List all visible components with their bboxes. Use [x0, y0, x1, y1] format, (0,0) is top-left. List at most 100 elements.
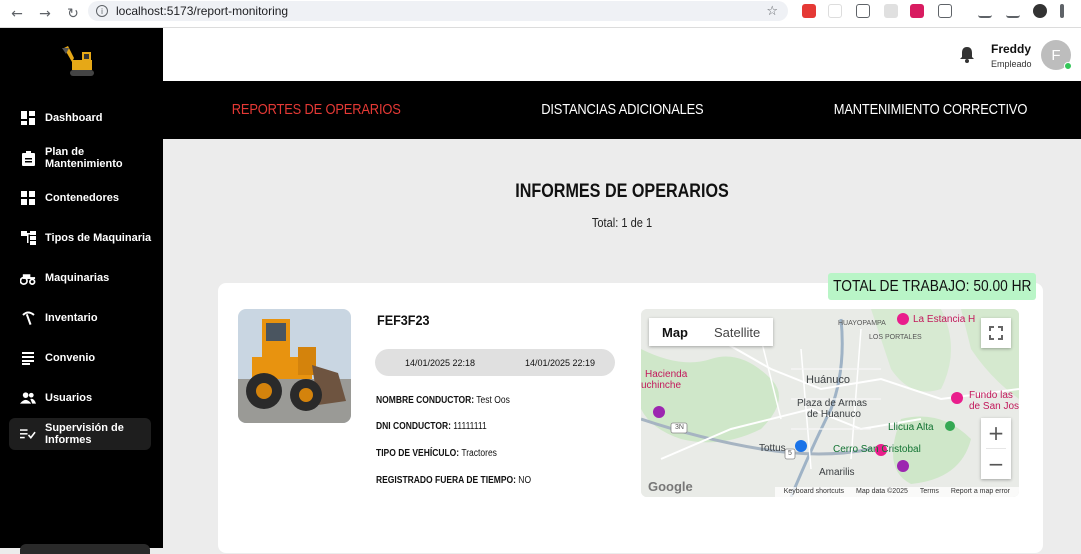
extension-icon[interactable] [856, 4, 870, 18]
reload-icon[interactable]: ↻ [62, 3, 84, 25]
driver-row: NOMBRE CONDUCTOR: Test Oos [376, 395, 510, 406]
tab-label: MANTENIMIENTO CORRECTIVO [833, 101, 1027, 118]
bell-icon[interactable] [959, 45, 975, 63]
report-tabs: REPORTES DE OPERARIOS DISTANCIAS ADICION… [163, 81, 1081, 139]
terms-link[interactable]: Terms [920, 488, 939, 495]
site-info-icon[interactable]: i [96, 5, 108, 17]
map-attribution: Keyboard shortcuts Map data ©2025 Terms … [774, 487, 1019, 497]
download-icon[interactable] [1006, 4, 1020, 18]
total-work-text: TOTAL DE TRABAJO: 50.00 HR [832, 277, 1032, 295]
date-range: 14/01/2025 22:18 14/01/2025 22:19 [375, 349, 615, 376]
grid-icon [20, 190, 36, 206]
driver-label: NOMBRE CONDUCTOR: [376, 395, 475, 406]
map-road-label: 3N [675, 424, 684, 431]
sidebar-item-label: Convenio [45, 352, 96, 364]
google-logo: Google [648, 479, 693, 494]
offtime-label: REGISTRADO FUERA DE TIEMPO: [376, 475, 516, 486]
sidebar-item-dashboard[interactable]: Dashboard [0, 98, 163, 138]
sidebar-profile-card[interactable] [20, 544, 150, 554]
vehicle-type-value: Tractores [461, 448, 497, 459]
excavator-logo [62, 46, 94, 76]
vehicle-type-label: TIPO DE VEHÍCULO: [376, 448, 460, 459]
zoom-out-button[interactable]: − [981, 449, 1011, 479]
url-text: localhost:5173/report-monitoring [116, 4, 289, 18]
map-label: Fundo las [969, 390, 1013, 401]
map-label: Tottus [759, 443, 786, 454]
tab-reportes-operarios[interactable]: REPORTES DE OPERARIOS [203, 101, 430, 119]
map-type-toggle: Map Satellite [649, 318, 774, 346]
total-work-badge: TOTAL DE TRABAJO: 50.00 HR [828, 273, 1036, 300]
sidebar-item-supervision-informes[interactable]: Supervisión de Informes [9, 418, 151, 450]
sidebar-item-tipos-maquinaria[interactable]: Tipos de Maquinaria [0, 218, 163, 258]
pickaxe-icon [20, 310, 36, 326]
location-map[interactable]: HUAYOPAMPA La Estancia H LOS PORTALES Ha… [641, 309, 1019, 497]
offtime-row: REGISTRADO FUERA DE TIEMPO: NO [376, 475, 531, 486]
address-bar[interactable]: i localhost:5173/report-monitoring ☆ [88, 1, 788, 21]
avatar[interactable]: F [1041, 40, 1072, 70]
tab-label: DISTANCIAS ADICIONALES [541, 101, 704, 118]
end-date: 14/01/2025 22:19 [525, 358, 596, 368]
map-label: de San Jos [969, 401, 1019, 412]
sidebar-item-inventario[interactable]: Inventario [0, 298, 163, 338]
user-role: Empleado [991, 59, 1032, 69]
map-data-text: Map data ©2025 [856, 488, 908, 495]
tab-mantenimiento-correctivo[interactable]: MANTENIMIENTO CORRECTIVO [803, 101, 1057, 119]
driver-value: Test Oos [476, 395, 510, 406]
forward-icon[interactable]: → [34, 3, 56, 25]
map-label: de Huanuco [807, 409, 861, 420]
hierarchy-icon [20, 230, 36, 246]
sidebar-item-label: Contenedores [45, 192, 119, 204]
sidebar-item-contenedores[interactable]: Contenedores [0, 178, 163, 218]
map-label: Plaza de Armas [797, 398, 868, 409]
extension-icon[interactable] [828, 4, 842, 18]
sidebar-item-label: Inventario [45, 312, 98, 324]
back-icon[interactable]: ← [6, 3, 28, 25]
map-view-button[interactable]: Map [649, 318, 701, 346]
extensions-puzzle-icon[interactable] [938, 4, 952, 18]
report-map-error-link[interactable]: Report a map error [951, 488, 1010, 495]
tab-distancias-adicionales[interactable]: DISTANCIAS ADICIONALES [509, 101, 736, 119]
vehicle-type-row: TIPO DE VEHÍCULO: Tractores [376, 448, 497, 459]
document-icon [20, 350, 36, 366]
extension-icon[interactable] [802, 4, 816, 18]
sidebar-item-label: Dashboard [45, 112, 103, 124]
reading-list-icon[interactable] [978, 4, 992, 18]
map-label: HUAYOPAMPA [838, 320, 886, 327]
sidebar-item-plan-mantenimiento[interactable]: Plan de Mantenimiento [0, 138, 163, 178]
map-label: Amarilis [819, 467, 855, 478]
more-menu-icon[interactable] [1060, 4, 1064, 18]
profile-icon[interactable] [1033, 4, 1047, 18]
avatar-letter: F [1051, 46, 1061, 64]
top-header: Freddy Empleado F [163, 28, 1081, 81]
vehicle-plate: FEF3F23 [377, 312, 430, 328]
fullscreen-button[interactable] [981, 318, 1011, 348]
dni-row: DNI CONDUCTOR: 11111111 [376, 421, 487, 432]
users-icon [20, 390, 36, 406]
sidebar-item-label: Plan de Mantenimiento [45, 146, 123, 170]
sidebar-item-convenio[interactable]: Convenio [0, 338, 163, 378]
keyboard-shortcuts-link[interactable]: Keyboard shortcuts [784, 488, 844, 495]
clipboard-icon [20, 150, 36, 166]
bookmark-star-icon[interactable]: ☆ [766, 4, 778, 19]
map-label: Huánuco [806, 374, 851, 386]
machine-photo [238, 309, 351, 423]
map-label: LOS PORTALES [869, 334, 922, 341]
map-label: Hacienda [645, 369, 688, 380]
map-label: uchinche [641, 380, 682, 391]
sidebar-menu: Dashboard Plan de Mantenimiento Contened… [0, 98, 163, 450]
tractor-icon [20, 270, 36, 286]
dni-value: 11111111 [453, 421, 487, 432]
page-title: INFORMES DE OPERARIOS [515, 181, 729, 202]
extension-icon[interactable] [884, 4, 898, 18]
satellite-view-button[interactable]: Satellite [701, 318, 773, 346]
result-count: Total: 1 de 1 [591, 215, 653, 230]
extension-icon[interactable] [910, 4, 924, 18]
sidebar-item-maquinarias[interactable]: Maquinarias [0, 258, 163, 298]
map-road-label: 5 [788, 450, 792, 457]
tab-label: REPORTES DE OPERARIOS [232, 101, 401, 118]
map-label: Cerro San Cristobal [833, 444, 921, 455]
zoom-in-button[interactable]: + [981, 418, 1011, 448]
dashboard-icon [20, 110, 36, 126]
sidebar-item-usuarios[interactable]: Usuarios [0, 378, 163, 418]
dni-label: DNI CONDUCTOR: [376, 421, 451, 432]
